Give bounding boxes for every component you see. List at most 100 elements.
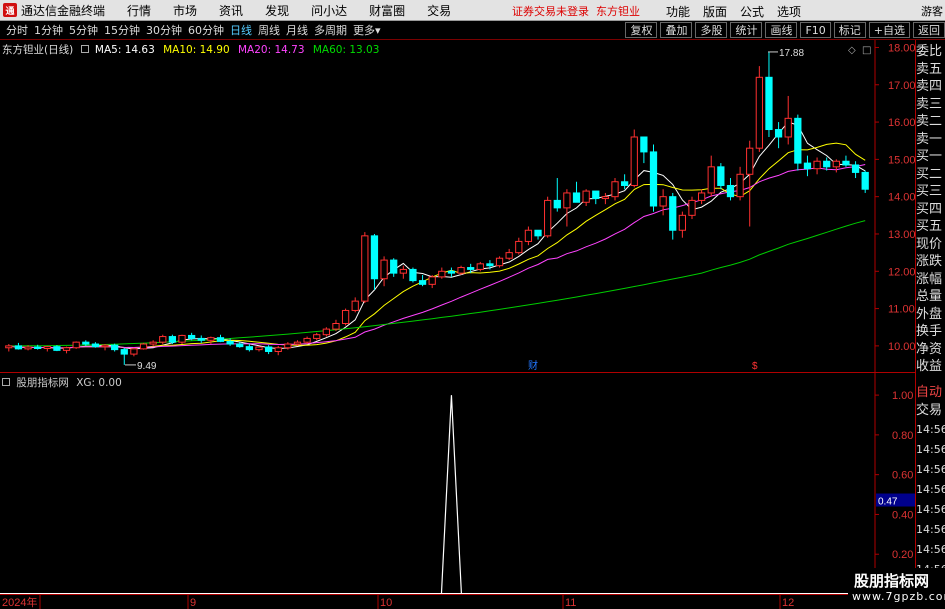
timeframe-toolbar: 分时 1分钟 5分钟 15分钟 30分钟 60分钟 日线 周线 月线 多周期 更…: [0, 21, 945, 40]
candle-body: [582, 190, 590, 203]
candle-body: [534, 229, 542, 237]
date-label: 12: [782, 597, 794, 609]
candle-body: [746, 147, 754, 175]
login-warning[interactable]: 证券交易未登录 东方钽业: [512, 3, 640, 19]
menu-markets[interactable]: 市场: [173, 2, 197, 19]
candle-body: [630, 136, 638, 186]
candle-body: [592, 190, 600, 200]
menu-trade[interactable]: 交易: [427, 2, 451, 19]
candle-body: [370, 235, 379, 280]
mark-button[interactable]: 标记: [833, 22, 866, 38]
tf-intraday[interactable]: 分时: [6, 22, 28, 38]
tf-monthly[interactable]: 月线: [286, 22, 308, 38]
candle-body: [284, 343, 292, 349]
tf-30min[interactable]: 30分钟: [146, 22, 182, 38]
menu-options[interactable]: 选项: [777, 3, 801, 20]
quote-row-2: 卖四: [916, 79, 943, 94]
candle-body: [688, 199, 696, 216]
overlay-button[interactable]: 叠加: [660, 22, 693, 38]
price-tick-label: 18.00: [888, 42, 916, 54]
tf-5min[interactable]: 5分钟: [69, 22, 98, 38]
tf-daily[interactable]: 日线: [230, 22, 252, 38]
quote-row-8: 买三: [916, 184, 943, 199]
quote-row-0: 委比: [916, 44, 943, 59]
candle-body: [101, 344, 109, 348]
trade-label[interactable]: 交易: [916, 402, 945, 420]
menu-function[interactable]: 功能: [666, 3, 690, 20]
menu-wealth[interactable]: 财富圈: [369, 2, 405, 19]
trade-time-1: 14:56: [916, 443, 945, 456]
candle-body: [168, 336, 177, 343]
candle-body: [447, 270, 456, 274]
ind-tick-label: 0.40: [892, 509, 913, 521]
candle-body: [851, 164, 860, 173]
price-tick-label: 15.00: [888, 154, 916, 166]
indicator-xg: XG: 0.00: [76, 377, 122, 389]
tf-1min[interactable]: 1分钟: [34, 22, 63, 38]
menu-discover[interactable]: 发现: [265, 2, 289, 19]
multi-stock-button[interactable]: 多股: [695, 22, 728, 38]
menu-ask[interactable]: 问小达: [311, 2, 347, 19]
candle-body: [832, 160, 840, 168]
menu-layout[interactable]: 版面: [703, 3, 727, 20]
candle-body: [139, 343, 148, 350]
add-watchlist-button[interactable]: +自选: [868, 22, 910, 38]
quote-row-17: 净资: [916, 341, 943, 357]
candle-body: [207, 337, 215, 341]
high-label: 17.88: [779, 48, 804, 59]
menu-news[interactable]: 资讯: [219, 2, 243, 19]
candle-body: [601, 196, 610, 200]
candle-body: [717, 166, 725, 186]
candle-body: [678, 214, 686, 231]
quote-row-14: 总量: [916, 289, 943, 304]
auto-trade-label[interactable]: 自动: [916, 384, 945, 402]
quote-panel: 委比 卖五 卖四 卖三 卖二 卖一 买一 买二 买三 买四 买五 现价 涨跌 涨幅 总量 外盘 换手 净资 收益: [916, 43, 945, 376]
f10-button[interactable]: F10: [800, 22, 831, 38]
settings-square-icon[interactable]: [80, 45, 89, 53]
kline-chart[interactable]: 18.00 17.00 16.00 15.00 14.00 13.00 12.00 11.00…: [0, 0, 945, 609]
candle-body: [572, 192, 581, 203]
candle-body: [486, 263, 494, 267]
stats-button[interactable]: 统计: [730, 22, 763, 38]
candle-body: [351, 300, 359, 311]
indicator-settings-icon[interactable]: [2, 378, 10, 386]
tf-weekly[interactable]: 周线: [258, 22, 280, 38]
candle-body: [293, 341, 302, 345]
price-tick-label: 12.00: [888, 266, 916, 278]
adjust-button[interactable]: 复权: [625, 22, 658, 38]
candle-body: [361, 235, 369, 302]
candle-body: [53, 346, 61, 351]
candle-body: [803, 162, 812, 170]
candle-body: [774, 129, 783, 138]
menu-market[interactable]: 行情: [127, 2, 151, 19]
quote-row-18: 收益: [916, 359, 943, 374]
candle-body: [159, 336, 167, 343]
candle-body: [43, 346, 51, 349]
draw-line-button[interactable]: 画线: [765, 22, 798, 38]
guest-label[interactable]: 游客: [921, 3, 943, 19]
tf-multi[interactable]: 多周期: [314, 22, 347, 38]
trade-time-2: 14:56: [916, 463, 945, 476]
candle-body: [418, 280, 427, 285]
low-label: 9.49: [137, 361, 157, 372]
candle-body: [409, 268, 417, 282]
candle-body: [669, 196, 677, 231]
tf-15min[interactable]: 15分钟: [104, 22, 140, 38]
tf-more[interactable]: 更多▾: [353, 22, 381, 38]
candle-body: [34, 346, 42, 349]
app-logo-icon: 通: [3, 3, 17, 17]
date-label: 2024年: [2, 595, 37, 609]
candle-body: [245, 346, 253, 351]
menu-formula[interactable]: 公式: [740, 3, 764, 20]
dollar-mark: $: [752, 361, 758, 372]
price-tick-label: 13.00: [888, 229, 916, 241]
candle-body: [726, 184, 735, 198]
quote-row-16: 换手: [916, 324, 943, 339]
candle-body: [765, 76, 773, 131]
tf-60min[interactable]: 60分钟: [188, 22, 224, 38]
candle-body: [428, 276, 436, 285]
indicator-info: 股朋指标网 XG: 0.00: [2, 375, 122, 390]
candle-body: [24, 346, 32, 350]
quote-row-15: 外盘: [916, 306, 943, 322]
back-button[interactable]: 返回: [913, 22, 945, 38]
